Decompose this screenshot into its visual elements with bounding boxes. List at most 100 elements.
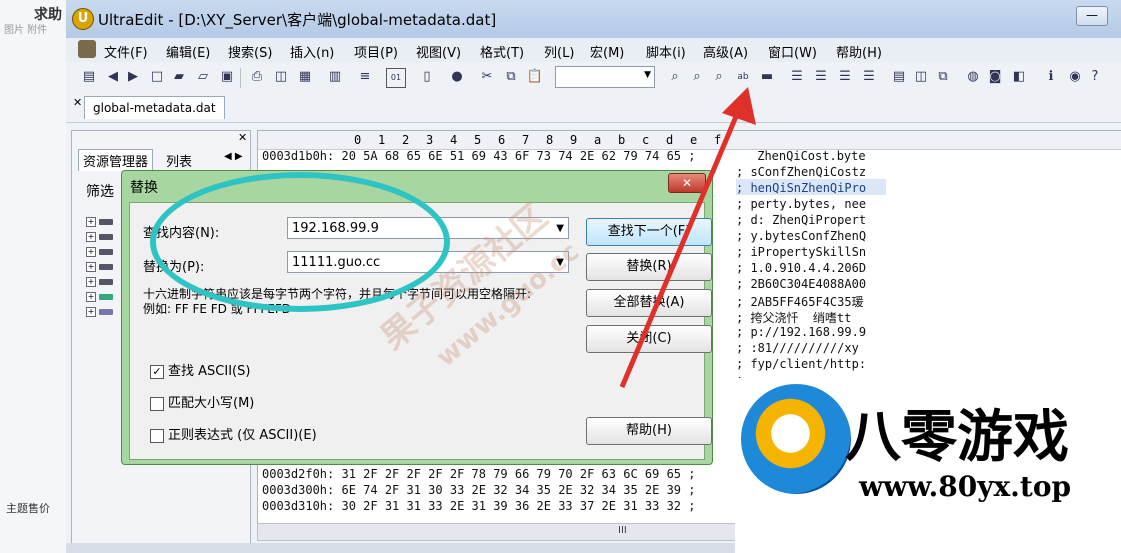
print-preview-icon[interactable]: ◫ [272,68,290,86]
checkmark-icon: ✓ [150,364,164,379]
topic-price-label: 主题售价 [6,502,50,515]
cascade-icon[interactable]: ⧉ [934,68,952,86]
dialog-title: 替换 [130,180,158,196]
find-ascii-checkbox[interactable]: ✓ 查找 ASCII(S) [150,360,250,379]
ultraedit-logo-icon: U [72,8,94,30]
menu-search[interactable]: 搜索(S) [228,42,272,61]
hex-row[interactable]: 0003d300h: 6E 74 2F 31 30 33 2E 32 34 35… [262,483,695,497]
forward-icon[interactable]: ▶ [124,68,142,86]
document-icon[interactable]: ▯ [418,68,436,86]
wrap-icon[interactable]: ≡ [356,68,374,86]
tab-nav-arrows-icon[interactable]: ◀ ▶ [224,151,243,162]
tree-drive-item[interactable]: + [86,277,116,287]
menu-view[interactable]: 视图(V) [416,42,461,61]
match-case-label: 匹配大小写(M) [168,396,255,411]
file-tab[interactable]: global-metadata.dat [84,96,225,119]
find-ascii-label: 查找 ASCII(S) [168,364,251,379]
menu-edit[interactable]: 编辑(E) [166,42,210,61]
tab-list[interactable]: 列表 [166,151,192,170]
replace-icon[interactable]: ab [734,68,752,86]
back-icon[interactable]: ◀ [104,68,122,86]
tree-drive-item[interactable]: + [86,232,116,242]
menu-bar: 文件(F) 编辑(E) 搜索(S) 插入(n) 项目(P) 视图(V) 格式(T… [66,38,1121,63]
menu-column[interactable]: 列(L) [544,42,574,61]
globe-icon[interactable]: ◍ [964,68,982,86]
match-case-checkbox[interactable]: 匹配大小写(M) [150,392,254,411]
hex-row[interactable]: 0003d310h: 30 2F 31 31 33 2E 31 39 36 2E… [262,499,695,513]
logo-name: 八零游戏 [845,405,1069,470]
find-next-icon[interactable]: ⌕ [688,68,706,86]
tree-user-item[interactable]: + [86,307,116,317]
ruler-col: 0 [354,133,362,147]
ruler-col: 1 [378,133,386,147]
window-h-icon[interactable]: ▤ [890,68,908,86]
find-prev-icon[interactable]: ⌕ [710,68,728,86]
help-icon[interactable]: ℹ [1042,68,1060,86]
ruler-col: 3 [426,133,434,147]
open-icon[interactable]: ▱ [194,68,212,86]
toolbar: ▤ ◀ ▶ □ ▰ ▱ ▣ ⎙ ◫ ▦ ▥ ≡ 01 ▯ ● ✂ ⧉ 📋 ▼ ⌕… [66,62,1121,93]
save-icon[interactable]: ▣ [218,68,236,86]
page-setup-icon[interactable]: ▤ [80,68,98,86]
align-left-icon[interactable]: ☰ [788,68,806,86]
tree-drive-item[interactable]: + [86,247,116,257]
site-logo: 八零游戏 www.80yx.top [735,378,1121,553]
document-menu-icon[interactable] [78,40,96,58]
paste-icon[interactable]: 📋 [526,68,544,86]
close-tab-icon[interactable]: ✕ [73,96,82,109]
close-panel-icon[interactable]: ✕ [238,131,247,144]
toolbar-separator [240,68,241,88]
scrollbar-grip[interactable]: III [618,525,627,536]
menu-script[interactable]: 脚本(i) [646,42,686,61]
hex-mode-icon[interactable]: 01 [386,68,406,88]
window-v-icon[interactable]: ◫ [912,68,930,86]
align-center-icon[interactable]: ☰ [812,68,830,86]
chart-icon[interactable]: ▦ [296,68,314,86]
attachment-labels: 图片 附件 [4,25,48,36]
menu-file[interactable]: 文件(F) [104,42,148,61]
swirl-logo-icon [741,384,851,494]
help-button[interactable]: 帮助(H) [586,417,712,445]
compare-icon[interactable]: ◧ [1010,68,1028,86]
ruler-col: 8 [546,133,554,147]
menu-macro[interactable]: 宏(M) [590,42,624,61]
context-help-icon[interactable]: ◉ [1066,68,1084,86]
question-icon[interactable]: ? [1086,68,1104,86]
cut-icon[interactable]: ✂ [478,68,496,86]
filter-label: 筛选 [86,184,114,200]
minimize-button[interactable]: — [1076,6,1108,26]
ruler-col: 2 [402,133,410,147]
background-page: 求助 图片 附件 主题售价 [0,0,71,553]
menu-help[interactable]: 帮助(H) [836,42,882,61]
align-right-icon[interactable]: ☰ [836,68,854,86]
tree-network-item[interactable]: + [86,292,116,302]
highlight-ellipse [150,172,450,312]
new-file-icon[interactable]: □ [148,68,166,86]
chevron-down-icon[interactable]: ▼ [556,218,564,240]
menu-format[interactable]: 格式(T) [480,42,524,61]
find-icon[interactable]: ⌕ [666,68,684,86]
print2-icon[interactable]: ▬ [758,68,776,86]
tab-explorer[interactable]: 资源管理器 [78,149,154,171]
print-icon[interactable]: ⎙ [248,68,266,86]
ftp-icon[interactable]: ◙ [986,68,1004,86]
menu-project[interactable]: 项目(P) [354,42,398,61]
menu-insert[interactable]: 插入(n) [290,42,334,61]
logo-url: www.80yx.top [859,470,1072,503]
ruler-col: 7 [522,133,530,147]
justify-icon[interactable]: ☰ [860,68,878,86]
copy-icon[interactable]: ⧉ [502,68,520,86]
regex-checkbox[interactable]: 正则表达式 (仅 ASCII)(E) [150,424,317,443]
annotation-arrow-icon [619,87,756,388]
browser-icon[interactable]: ● [448,68,466,86]
hex-row[interactable]: 0003d2f0h: 31 2F 2F 2F 2F 2F 78 79 66 79… [262,467,695,481]
menu-window[interactable]: 窗口(W) [768,42,817,61]
menu-advanced[interactable]: 高级(A) [703,42,748,61]
ruler-col: 4 [450,133,458,147]
open-folder-icon[interactable]: ▰ [170,68,188,86]
properties-icon[interactable]: ▥ [326,68,344,86]
ruler-col: 5 [474,133,482,147]
tree-drive-item[interactable]: + [86,217,116,227]
window-title: UltraEdit - [D:\XY_Server\客户端\global-met… [98,11,497,29]
tree-drive-item[interactable]: + [86,262,116,272]
